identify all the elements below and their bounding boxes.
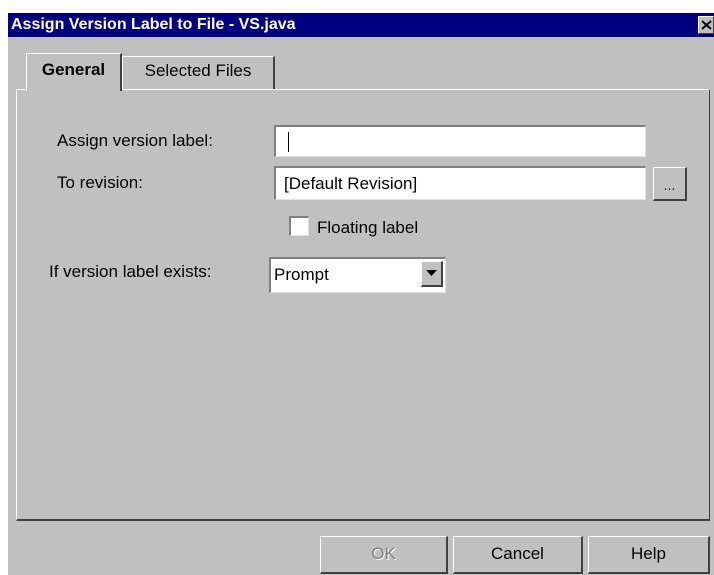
if-label-exists-text: If version label exists:	[49, 262, 212, 281]
ok-button-label: OK	[371, 544, 396, 563]
help-button-label: Help	[631, 544, 666, 563]
dropdown-button[interactable]	[421, 261, 443, 287]
if-label-exists-value: Prompt	[274, 265, 329, 284]
cancel-button-label: Cancel	[491, 544, 544, 563]
title-bar[interactable]: Assign Version Label to File - VS.java	[8, 13, 714, 37]
assign-version-label-dialog: Assign Version Label to File - VS.java G…	[8, 13, 714, 575]
chevron-down-icon	[426, 270, 437, 276]
tab-selected-files[interactable]: Selected Files	[122, 56, 275, 89]
to-revision-field[interactable]: [Default Revision]	[274, 166, 646, 200]
browse-revision-label: ...	[663, 177, 676, 193]
if-label-exists-select[interactable]: Prompt	[269, 257, 446, 293]
assign-version-label-text: Assign version label:	[57, 131, 213, 150]
window-title: Assign Version Label to File - VS.java	[11, 16, 296, 33]
close-button[interactable]	[698, 16, 714, 34]
help-button[interactable]: Help	[588, 536, 710, 574]
floating-label-checkbox[interactable]	[289, 216, 309, 236]
version-label-input[interactable]	[274, 125, 646, 157]
to-revision-text: To revision:	[57, 173, 143, 192]
close-icon	[701, 20, 712, 30]
floating-label-text: Floating label	[317, 218, 419, 237]
text-caret	[288, 132, 289, 152]
to-revision-value: [Default Revision]	[284, 174, 418, 193]
tab-general[interactable]: General	[26, 53, 122, 91]
tab-selected-files-label: Selected Files	[144, 61, 252, 80]
cancel-button[interactable]: Cancel	[453, 536, 583, 574]
ok-button[interactable]: OK	[320, 536, 448, 574]
tab-general-label: General	[41, 60, 106, 79]
browse-revision-button[interactable]: ...	[653, 167, 687, 201]
general-panel: Assign version label: To revision: [Defa…	[16, 89, 710, 521]
